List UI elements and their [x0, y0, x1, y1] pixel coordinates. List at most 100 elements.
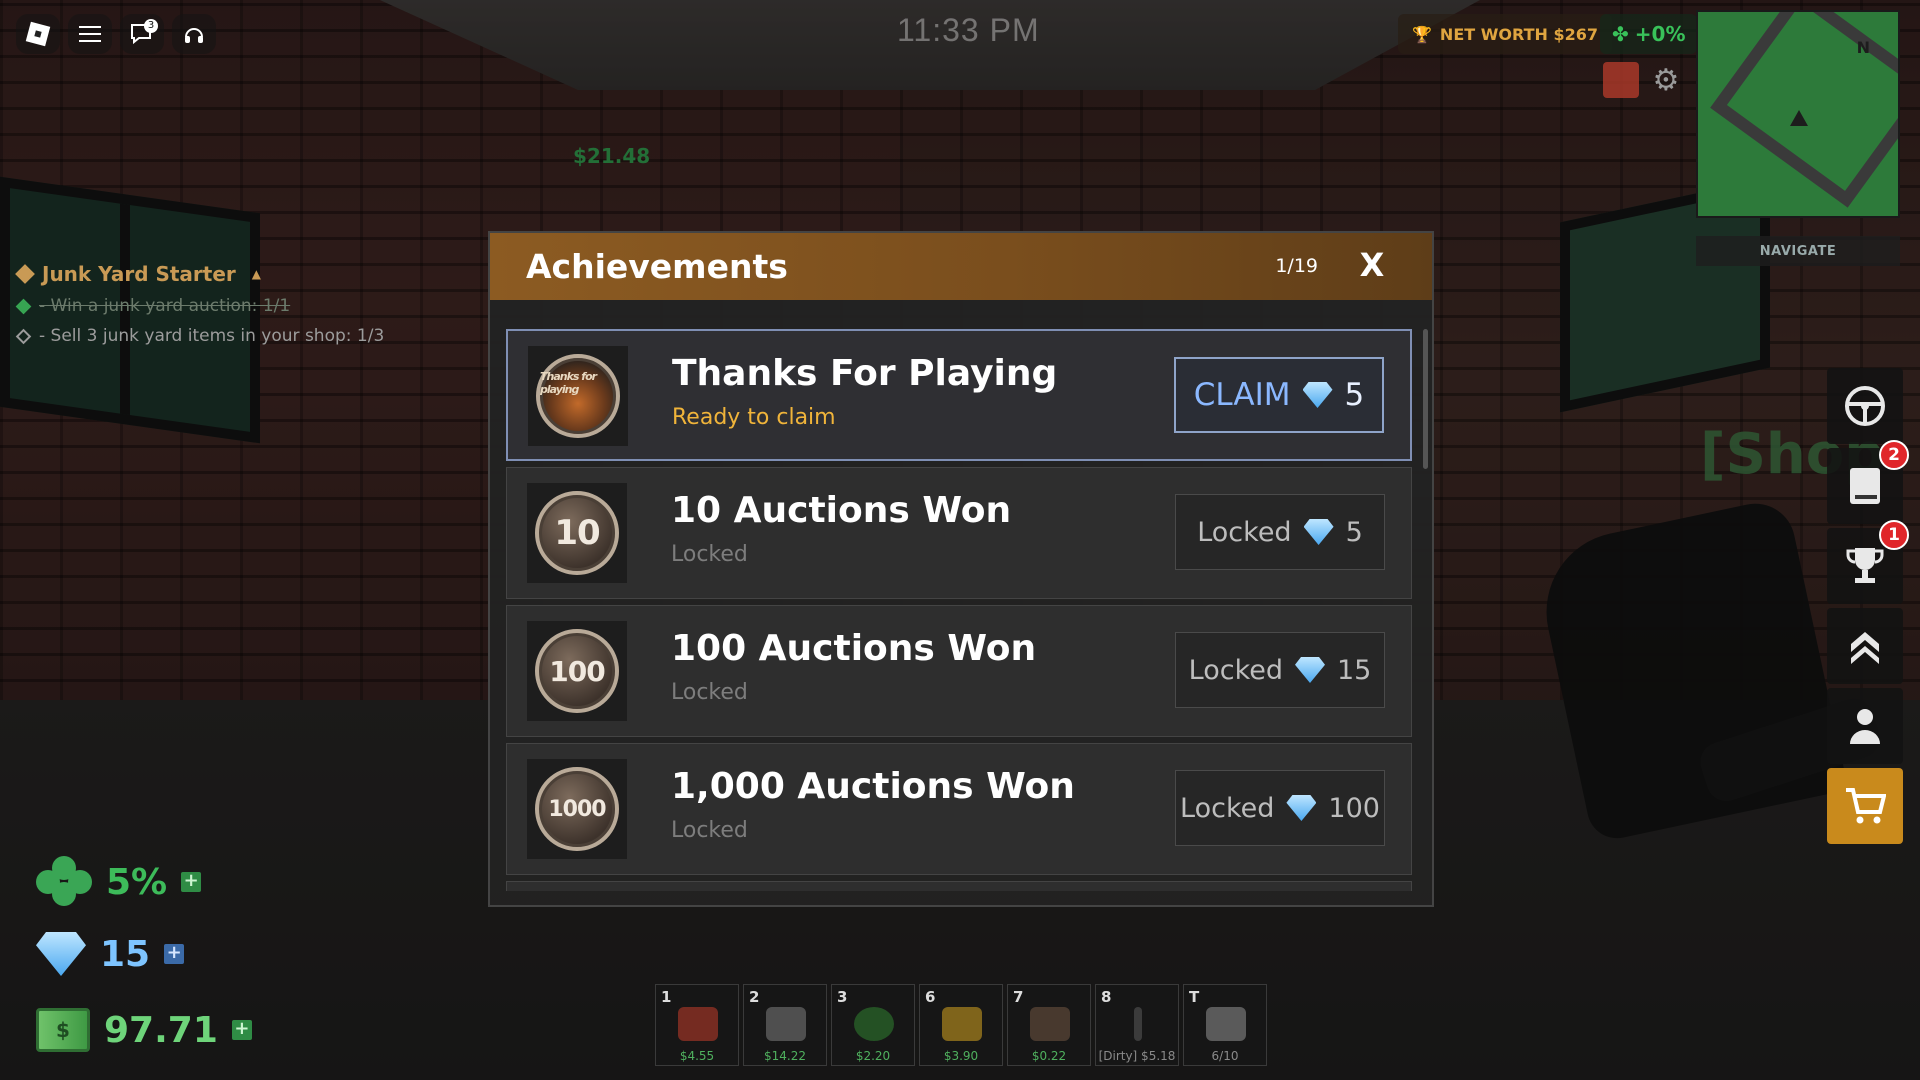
luck-stat: 5% +	[36, 856, 202, 908]
luck-value: 5%	[106, 861, 168, 903]
roblox-menu-button[interactable]	[16, 14, 60, 54]
achievement-row[interactable]: Thanks for playing Thanks For Playing Re…	[506, 329, 1412, 461]
locked-reward-button[interactable]: Locked 100	[1175, 770, 1385, 846]
headset-icon	[185, 28, 203, 43]
steering-wheel-icon	[1845, 386, 1885, 426]
quests-notification-badge: 2	[1879, 440, 1909, 470]
collapse-caret-icon[interactable]: ▲	[252, 267, 261, 281]
hotbar-slot[interactable]: 6 $3.90	[919, 984, 1003, 1066]
quest-title-row[interactable]: Junk Yard Starter ▲	[15, 262, 458, 286]
hamburger-icon	[79, 26, 101, 42]
slot-key: 1	[661, 988, 672, 1006]
add-cash-button[interactable]: +	[231, 1020, 252, 1040]
achievement-title: 100 Auctions Won	[671, 628, 1037, 669]
gem-icon	[1302, 382, 1333, 408]
slot-key: 8	[1101, 988, 1112, 1006]
net-worth-label: NET WORTH $267	[1439, 24, 1598, 44]
rank-chevrons-icon	[1851, 632, 1879, 664]
slot-price: [Dirty] $5.18	[1098, 1049, 1176, 1063]
quest-objective: - Win a junk yard auction: 1/1	[15, 296, 458, 316]
chat-button[interactable]: 3	[120, 14, 164, 54]
reward-amount: 100	[1328, 792, 1380, 824]
achievement-title: Thanks For Playing	[672, 353, 1058, 394]
slot-key: 2	[749, 988, 760, 1006]
trophy-icon: 🏆	[1412, 24, 1432, 44]
gem-icon	[36, 932, 86, 976]
achievement-row-partial	[506, 881, 1412, 891]
gift-button[interactable]	[1603, 62, 1639, 98]
achievements-notification-badge: 1	[1879, 520, 1909, 550]
hotbar-slot[interactable]: 8 [Dirty] $5.18	[1095, 984, 1179, 1066]
close-button[interactable]: X	[1352, 245, 1392, 285]
slot-price: 6/10	[1211, 1049, 1239, 1063]
net-worth-display: 🏆 NET WORTH $267	[1398, 14, 1612, 54]
claim-button[interactable]: CLAIM 5	[1174, 357, 1384, 433]
reward-amount: 5	[1345, 516, 1363, 548]
topbar-left: 3	[16, 14, 216, 54]
achievement-row[interactable]: 10 10 Auctions Won Locked Locked 5	[506, 467, 1412, 599]
slot-key: T	[1189, 988, 1200, 1006]
achievement-row[interactable]: 100 100 Auctions Won Locked Locked 15	[506, 605, 1412, 737]
item-icon	[1030, 1007, 1070, 1041]
clover-icon	[36, 856, 92, 908]
item-icon	[854, 1007, 894, 1041]
item-icon	[1134, 1007, 1142, 1041]
minimap[interactable]: N	[1696, 10, 1900, 218]
navigate-button[interactable]: NAVIGATE	[1696, 236, 1900, 266]
achievements-list[interactable]: Thanks for playing Thanks For Playing Re…	[506, 329, 1412, 891]
avatar-button[interactable]	[1827, 688, 1903, 764]
thanks-medal-icon: Thanks for playing	[536, 354, 620, 438]
locked-reward-button[interactable]: Locked 15	[1175, 632, 1385, 708]
luck-bonus-display: ✤ +0%	[1600, 14, 1698, 54]
reward-amount: 15	[1337, 654, 1372, 686]
slot-key: 3	[837, 988, 848, 1006]
voice-button[interactable]	[172, 14, 216, 54]
achievements-scrollbar[interactable]	[1423, 329, 1428, 469]
slot-price: $2.20	[855, 1049, 891, 1063]
hotbar-slot[interactable]: 3 $2.20	[831, 984, 915, 1066]
vehicle-button[interactable]	[1827, 368, 1903, 444]
hotbar-slot[interactable]: 7 $0.22	[1007, 984, 1091, 1066]
slot-key: 7	[1013, 988, 1024, 1006]
locked-label: Locked	[1197, 516, 1292, 548]
hotbar: 1 $4.55 2 $14.22 3 $2.20 6 $3.90 7 $0.22…	[655, 984, 1267, 1066]
add-luck-button[interactable]: +	[181, 872, 202, 892]
hotbar-slot[interactable]: 2 $14.22	[743, 984, 827, 1066]
cash-value: 97.71	[104, 1009, 218, 1051]
rank-button[interactable]	[1827, 608, 1903, 684]
shop-cart-button[interactable]	[1827, 768, 1903, 844]
quests-book-button[interactable]: 2	[1827, 440, 1909, 524]
slot-price: $4.55	[679, 1049, 715, 1063]
achievement-row[interactable]: 1000 1,000 Auctions Won Locked Locked 10…	[506, 743, 1412, 875]
locked-label: Locked	[1180, 792, 1275, 824]
achievement-medal: 10	[527, 483, 627, 583]
locked-reward-button[interactable]: Locked 5	[1175, 494, 1385, 570]
objective-incomplete-icon	[15, 328, 32, 344]
gems-value: 15	[100, 933, 151, 975]
settings-button[interactable]: ⚙	[1648, 62, 1684, 98]
box-icon	[1206, 1007, 1246, 1041]
achievement-status: Locked	[671, 680, 748, 705]
slot-price: $3.90	[943, 1049, 979, 1063]
objective-complete-icon	[15, 298, 32, 314]
person-icon	[1850, 709, 1880, 744]
hotbar-slot[interactable]: 1 $4.55	[655, 984, 739, 1066]
hotbar-slot[interactable]: T 6/10	[1183, 984, 1267, 1066]
achievement-status: Locked	[671, 542, 748, 567]
quest-diamond-icon	[15, 264, 35, 284]
gem-icon	[1286, 795, 1317, 821]
achievements-button[interactable]: 1	[1827, 520, 1909, 604]
gems-stat: 15 +	[36, 932, 185, 976]
menu-button[interactable]	[68, 14, 112, 54]
achievement-medal: 100	[527, 621, 627, 721]
slot-price: $0.22	[1031, 1049, 1067, 1063]
add-gems-button[interactable]: +	[164, 944, 185, 964]
item-icon	[678, 1007, 718, 1041]
achievement-title: 10 Auctions Won	[671, 490, 1012, 531]
quest-objective: - Sell 3 junk yard items in your shop: 1…	[15, 326, 458, 346]
item-icon	[942, 1007, 982, 1041]
cash-stat: $ 97.71 +	[36, 1008, 252, 1052]
quest-tracker: Junk Yard Starter ▲ - Win a junk yard au…	[15, 262, 458, 346]
achievement-status: Ready to claim	[672, 405, 836, 430]
chat-count-badge: 3	[144, 19, 158, 33]
